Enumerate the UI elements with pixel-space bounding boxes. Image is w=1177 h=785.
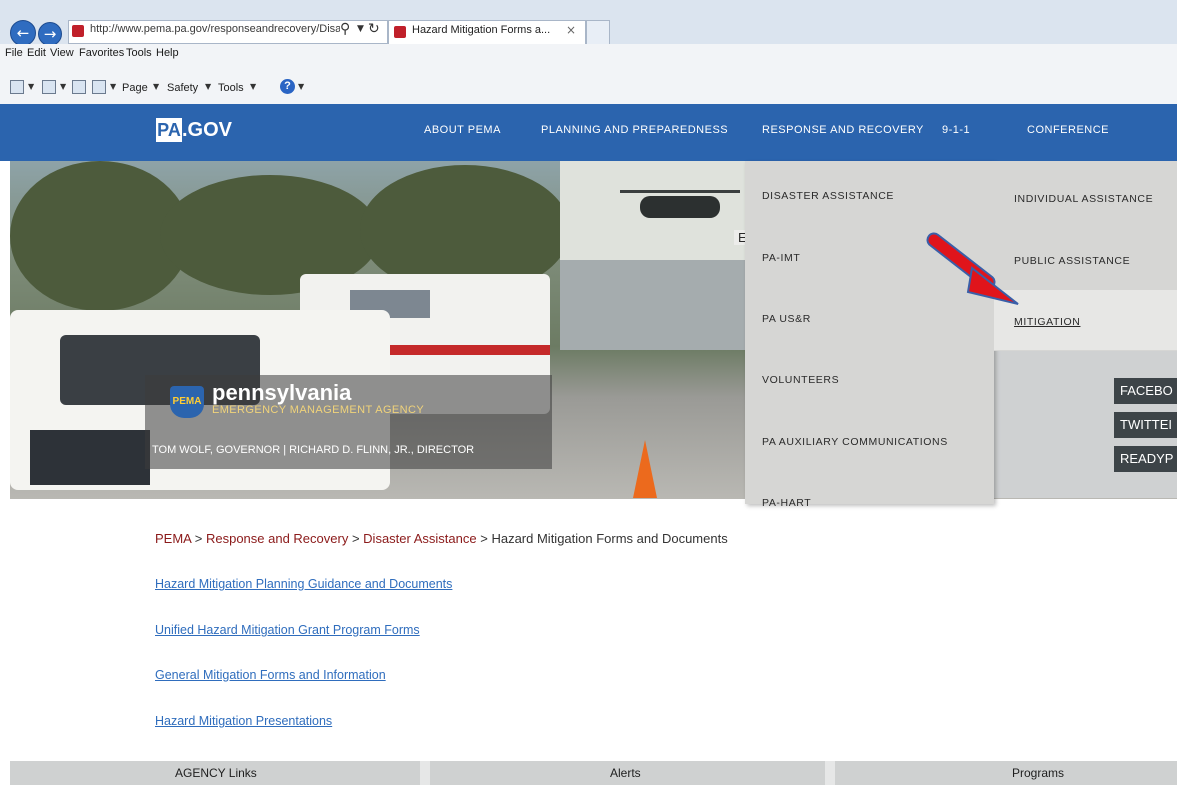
hero-helicopter [640,196,720,218]
footer-agency-links[interactable]: AGENCY Links [175,766,257,780]
menu-edit[interactable]: Edit [27,47,46,59]
footer-separator [825,761,835,785]
nav-response-recovery[interactable]: RESPONSE AND RECOVERY [762,124,924,136]
link-unified-grant-forms[interactable]: Unified Hazard Mitigation Grant Program … [155,623,420,637]
nav-about-pema[interactable]: ABOUT PEMA [424,124,501,136]
hero-traffic-cone [633,440,657,498]
nav-conference[interactable]: CONFERENCE [1027,124,1109,136]
address-url-text[interactable]: http://www.pema.pa.gov/responseandrecove… [90,23,340,35]
refresh-icon[interactable]: ↻ [368,21,380,37]
breadcrumb-separator: > [480,531,488,546]
agency-subtitle: EMERGENCY MANAGEMENT AGENCY [212,404,425,416]
breadcrumb-separator: > [351,531,360,546]
menu-view[interactable]: View [50,47,74,59]
facebook-link[interactable]: FACEBO [1114,378,1177,404]
menu-file[interactable]: File [5,47,23,59]
breadcrumb-pema[interactable]: PEMA [155,531,191,546]
dropdown-pa-imt[interactable]: PA-IMT [762,252,800,264]
close-icon[interactable]: × [566,23,576,37]
hero-truck-grille [30,430,150,485]
menu-tools[interactable]: Tools [126,47,152,59]
dropdown-pa-hart[interactable]: PA-HART [762,497,811,509]
chevron-down-icon[interactable]: ▼ [357,24,364,34]
chevron-down-icon[interactable]: ▼ [205,82,211,91]
site-favicon-icon [72,25,84,37]
pa-logo[interactable]: PA [156,118,182,142]
response-dropdown-menu [745,161,994,504]
dropdown-pa-auxiliary-communications[interactable]: PA AUXILIARY COMMUNICATIONS [762,436,948,448]
forward-arrow-icon[interactable]: → [38,22,62,46]
agency-officials: TOM WOLF, GOVERNOR | RICHARD D. FLINN, J… [152,444,475,456]
link-general-mitigation-forms[interactable]: General Mitigation Forms and Information [155,668,386,682]
mail-icon[interactable] [72,80,86,94]
chevron-down-icon[interactable]: ▼ [60,82,66,91]
red-arrow-annotation [926,232,1019,305]
hero-helicopter-rotor [620,190,740,193]
nav-911[interactable]: 9-1-1 [942,124,970,136]
link-mitigation-presentations[interactable]: Hazard Mitigation Presentations [155,714,332,728]
submenu-mitigation[interactable]: MITIGATION [1014,316,1080,328]
print-icon[interactable] [92,80,106,94]
dropdown-disaster-assistance[interactable]: DISASTER ASSISTANCE [762,190,894,202]
page-menu[interactable]: Page [122,82,148,94]
feeds-icon[interactable] [42,80,56,94]
menu-help[interactable]: Help [156,47,179,59]
chevron-down-icon[interactable]: ▼ [153,82,159,91]
pema-keystone-logo[interactable]: PEMA [170,386,204,418]
tab-favicon-icon [394,26,406,38]
chevron-down-icon[interactable]: ▼ [250,82,256,91]
footer-alerts[interactable]: Alerts [610,766,641,780]
link-planning-guidance[interactable]: Hazard Mitigation Planning Guidance and … [155,577,452,591]
menu-favorites[interactable]: Favorites [79,47,124,59]
breadcrumb-separator: > [194,531,203,546]
chevron-down-icon[interactable]: ▼ [110,82,116,91]
footer-programs[interactable]: Programs [1012,766,1064,780]
footer-separator [420,761,430,785]
nav-planning-preparedness[interactable]: PLANNING AND PREPAREDNESS [541,124,728,136]
help-icon[interactable]: ? [280,79,295,94]
chevron-down-icon[interactable]: ▼ [28,82,34,91]
breadcrumb: PEMA > Response and Recovery > Disaster … [155,531,728,546]
submenu-public-assistance[interactable]: PUBLIC ASSISTANCE [1014,255,1130,267]
breadcrumb-response-recovery[interactable]: Response and Recovery [206,531,348,546]
tools-menu[interactable]: Tools [218,82,244,94]
twitter-link[interactable]: TWITTEI [1114,412,1177,438]
new-tab-button[interactable] [586,20,610,44]
dropdown-pa-usr[interactable]: PA US&R [762,313,811,325]
safety-menu[interactable]: Safety [167,82,198,94]
back-arrow-icon[interactable]: ← [10,20,36,46]
breadcrumb-disaster-assistance[interactable]: Disaster Assistance [363,531,476,546]
search-icon[interactable]: ⚲ [340,21,350,37]
readypa-link[interactable]: READYP [1114,446,1177,472]
pa-gov-logo-text[interactable]: .GOV [182,118,232,142]
submenu-individual-assistance[interactable]: INDIVIDUAL ASSISTANCE [1014,193,1153,205]
chevron-down-icon[interactable]: ▼ [298,82,304,91]
agency-name: pennsylvania [212,380,352,405]
dropdown-volunteers[interactable]: VOLUNTEERS [762,374,839,386]
tab-title[interactable]: Hazard Mitigation Forms a... [412,24,550,36]
home-icon[interactable] [10,80,24,94]
breadcrumb-current: Hazard Mitigation Forms and Documents [491,531,728,546]
